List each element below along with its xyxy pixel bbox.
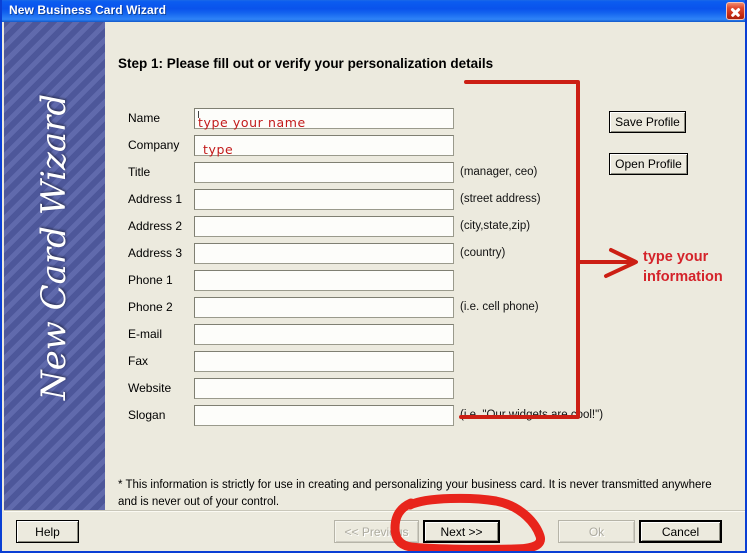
annotation-callout-line1: type your bbox=[643, 249, 709, 265]
form-row: Address 2 (city,state,zip) bbox=[105, 216, 745, 238]
form-row: Address 1 (street address) bbox=[105, 189, 745, 211]
save-profile-button[interactable]: Save Profile bbox=[609, 111, 686, 133]
text-caret bbox=[198, 111, 199, 118]
field-input[interactable] bbox=[194, 108, 454, 129]
field-label: Phone 2 bbox=[128, 300, 173, 314]
window-title: New Business Card Wizard bbox=[9, 3, 166, 17]
form-row: Slogan (i.e. "Our widgets are cool!") bbox=[105, 405, 745, 427]
privacy-footnote: * This information is strictly for use i… bbox=[118, 479, 712, 508]
open-profile-button[interactable]: Open Profile bbox=[609, 153, 688, 175]
field-label: Address 1 bbox=[128, 192, 183, 206]
form-row: Phone 2 (i.e. cell phone) bbox=[105, 297, 745, 319]
form-row: Fax bbox=[105, 351, 745, 373]
field-input[interactable] bbox=[194, 324, 454, 345]
field-label: Name bbox=[128, 111, 161, 125]
field-hint: (country) bbox=[460, 247, 506, 259]
field-hint: (city,state,zip) bbox=[460, 220, 531, 232]
form-row: Website bbox=[105, 378, 745, 400]
next-button[interactable]: Next >> bbox=[423, 520, 500, 543]
field-hint: (street address) bbox=[460, 193, 541, 205]
field-input[interactable] bbox=[194, 378, 454, 399]
field-label: Website bbox=[128, 381, 172, 395]
field-hint: (manager, ceo) bbox=[460, 166, 538, 178]
close-icon[interactable] bbox=[726, 2, 745, 20]
wizard-sidebar-banner: New Card Wizard bbox=[4, 22, 105, 510]
field-label: Address 3 bbox=[128, 246, 183, 260]
field-input[interactable] bbox=[194, 351, 454, 372]
field-label: Company bbox=[128, 138, 180, 152]
field-input[interactable] bbox=[194, 189, 454, 210]
sidebar-banner-title: New Card Wizard bbox=[34, 93, 74, 401]
field-label: Title bbox=[128, 165, 151, 179]
page-title: Step 1: Please fill out or verify your p… bbox=[118, 56, 494, 71]
field-input[interactable] bbox=[194, 297, 454, 318]
field-input[interactable] bbox=[194, 216, 454, 237]
cancel-button[interactable]: Cancel bbox=[639, 520, 722, 543]
form-row: E-mail bbox=[105, 324, 745, 346]
field-input[interactable] bbox=[194, 135, 454, 156]
field-label: Phone 1 bbox=[128, 273, 173, 287]
field-label: E-mail bbox=[128, 327, 163, 341]
previous-button: << Previous bbox=[334, 520, 419, 543]
field-input[interactable] bbox=[194, 405, 454, 426]
annotation-callout-line2: information bbox=[643, 269, 723, 285]
wizard-footer: Help << Previous Next >> Ok Cancel bbox=[4, 510, 745, 551]
field-label: Address 2 bbox=[128, 219, 183, 233]
field-hint: (i.e. cell phone) bbox=[460, 301, 539, 313]
wizard-window: New Business Card Wizard New Card Wizard… bbox=[0, 0, 747, 553]
help-button[interactable]: Help bbox=[16, 520, 79, 543]
field-input[interactable] bbox=[194, 162, 454, 183]
annotation-callout-text: type your information bbox=[643, 247, 723, 287]
field-hint: (i.e. "Our widgets are cool!") bbox=[460, 409, 604, 421]
field-label: Slogan bbox=[128, 408, 166, 422]
window-titlebar: New Business Card Wizard bbox=[2, 0, 745, 22]
field-input[interactable] bbox=[194, 270, 454, 291]
field-input[interactable] bbox=[194, 243, 454, 264]
ok-button: Ok bbox=[558, 520, 635, 543]
field-label: Fax bbox=[128, 354, 149, 368]
